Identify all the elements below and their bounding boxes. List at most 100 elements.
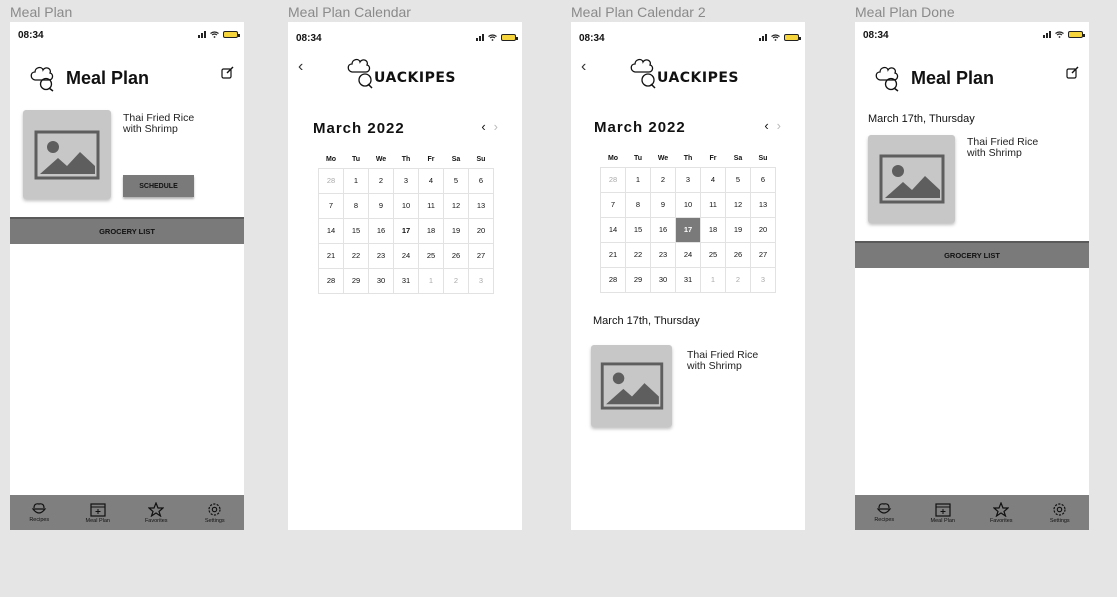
- calendar-day[interactable]: 20: [750, 216, 776, 243]
- calendar-day[interactable]: 22: [625, 241, 651, 268]
- calendar-day[interactable]: 1: [418, 267, 444, 294]
- calendar-day[interactable]: 16: [368, 217, 394, 244]
- tab-settings[interactable]: Settings: [190, 502, 240, 524]
- calendar-day[interactable]: 30: [650, 266, 676, 293]
- calendar-day[interactable]: 18: [418, 217, 444, 244]
- calendar-day[interactable]: 28: [600, 166, 626, 193]
- calendar-day[interactable]: 21: [600, 241, 626, 268]
- calendar-day[interactable]: 31: [675, 266, 701, 293]
- calendar-day[interactable]: 11: [700, 191, 726, 218]
- prev-month-button[interactable]: ‹: [481, 119, 485, 134]
- calendar-day[interactable]: 29: [625, 266, 651, 293]
- calendar-day[interactable]: 7: [318, 192, 344, 219]
- calendar-day[interactable]: 28: [318, 267, 344, 294]
- calendar-day[interactable]: 25: [700, 241, 726, 268]
- calendar-day[interactable]: 6: [468, 167, 494, 194]
- calendar-day[interactable]: 5: [443, 167, 469, 194]
- calendar-day[interactable]: 20: [468, 217, 494, 244]
- grocery-list-button[interactable]: GROCERY LIST: [855, 241, 1089, 268]
- calendar-day[interactable]: 16: [650, 216, 676, 243]
- calendar-day[interactable]: 8: [625, 191, 651, 218]
- prev-month-button[interactable]: ‹: [764, 118, 768, 133]
- meal-image-placeholder[interactable]: [868, 135, 955, 223]
- edit-icon[interactable]: [1066, 66, 1079, 79]
- calendar-day[interactable]: 3: [468, 267, 494, 294]
- calendar-day[interactable]: 7: [600, 191, 626, 218]
- calendar-day[interactable]: 28: [318, 167, 344, 194]
- calendar-day[interactable]: 14: [600, 216, 626, 243]
- calendar-day[interactable]: 15: [625, 216, 651, 243]
- calendar-day[interactable]: 19: [725, 216, 751, 243]
- tab-recipes[interactable]: Recipes: [859, 502, 909, 523]
- tab-settings[interactable]: Settings: [1035, 502, 1085, 524]
- tab-meal-plan[interactable]: Meal Plan: [73, 502, 123, 524]
- calendar-day-selected[interactable]: 17: [675, 216, 701, 243]
- calendar-day[interactable]: 26: [725, 241, 751, 268]
- calendar-grid: Mo Tu We Th Fr Sa Su 28 1 2 3 4 5 6 7 8 …: [600, 150, 776, 293]
- calendar-day[interactable]: 24: [675, 241, 701, 268]
- calendar-day[interactable]: 27: [468, 242, 494, 269]
- tab-favorites[interactable]: Favorites: [131, 501, 181, 524]
- meal-image-placeholder[interactable]: [23, 110, 111, 199]
- calendar-day[interactable]: 22: [343, 242, 369, 269]
- calendar-day[interactable]: 23: [650, 241, 676, 268]
- calendar-day[interactable]: 13: [468, 192, 494, 219]
- calendar-day[interactable]: 18: [700, 216, 726, 243]
- calendar-day[interactable]: 26: [443, 242, 469, 269]
- calendar-day[interactable]: 2: [368, 167, 394, 194]
- tab-recipes[interactable]: Recipes: [14, 502, 64, 523]
- calendar-day-today[interactable]: 17: [393, 217, 419, 244]
- calendar-day[interactable]: 14: [318, 217, 344, 244]
- calendar-day[interactable]: 31: [393, 267, 419, 294]
- calendar-day[interactable]: 25: [418, 242, 444, 269]
- calendar-day[interactable]: 3: [675, 166, 701, 193]
- screen-meal-plan: 08:34 Meal Plan Thai Fried Rice with Shr…: [10, 22, 244, 530]
- calendar-day[interactable]: 3: [750, 266, 776, 293]
- calendar-day[interactable]: 2: [725, 266, 751, 293]
- schedule-button[interactable]: SCHEDULE: [123, 175, 194, 197]
- calendar-day[interactable]: 29: [343, 267, 369, 294]
- calendar-day[interactable]: 30: [368, 267, 394, 294]
- calendar-day[interactable]: 21: [318, 242, 344, 269]
- weekday-label: Mo: [607, 154, 619, 162]
- calendar-day[interactable]: 1: [343, 167, 369, 194]
- weekday-label: Th: [683, 154, 693, 162]
- calendar-day[interactable]: 23: [368, 242, 394, 269]
- calendar-day[interactable]: 15: [343, 217, 369, 244]
- calendar-day[interactable]: 10: [675, 191, 701, 218]
- calendar-day[interactable]: 27: [750, 241, 776, 268]
- calendar-day[interactable]: 5: [725, 166, 751, 193]
- next-month-button[interactable]: ›: [494, 119, 498, 134]
- calendar-day[interactable]: 28: [600, 266, 626, 293]
- calendar-day[interactable]: 2: [443, 267, 469, 294]
- calendar-day[interactable]: 8: [343, 192, 369, 219]
- meal-image-placeholder[interactable]: [591, 345, 672, 427]
- calendar-day[interactable]: 11: [418, 192, 444, 219]
- calendar-day[interactable]: 13: [750, 191, 776, 218]
- calendar-day[interactable]: 9: [368, 192, 394, 219]
- calendar-day[interactable]: 12: [725, 191, 751, 218]
- grocery-list-button[interactable]: GROCERY LIST: [10, 217, 244, 244]
- calendar-day[interactable]: 12: [443, 192, 469, 219]
- weekday-label: Su: [476, 155, 486, 163]
- status-time: 08:34: [18, 30, 44, 41]
- calendar-day[interactable]: 3: [393, 167, 419, 194]
- back-button[interactable]: ‹: [581, 58, 586, 76]
- edit-icon[interactable]: [221, 66, 234, 79]
- calendar-day[interactable]: 19: [443, 217, 469, 244]
- calendar-day[interactable]: 9: [650, 191, 676, 218]
- calendar-day[interactable]: 2: [650, 166, 676, 193]
- tab-meal-plan[interactable]: Meal Plan: [918, 502, 968, 524]
- calendar-day[interactable]: 4: [418, 167, 444, 194]
- calendar-day[interactable]: 4: [700, 166, 726, 193]
- status-time: 08:34: [296, 33, 322, 44]
- next-month-button[interactable]: ›: [777, 118, 781, 133]
- weekday-label: Th: [401, 155, 411, 163]
- calendar-day[interactable]: 6: [750, 166, 776, 193]
- back-button[interactable]: ‹: [298, 58, 303, 76]
- calendar-day[interactable]: 1: [700, 266, 726, 293]
- calendar-day[interactable]: 10: [393, 192, 419, 219]
- calendar-day[interactable]: 24: [393, 242, 419, 269]
- tab-favorites[interactable]: Favorites: [976, 501, 1026, 524]
- calendar-day[interactable]: 1: [625, 166, 651, 193]
